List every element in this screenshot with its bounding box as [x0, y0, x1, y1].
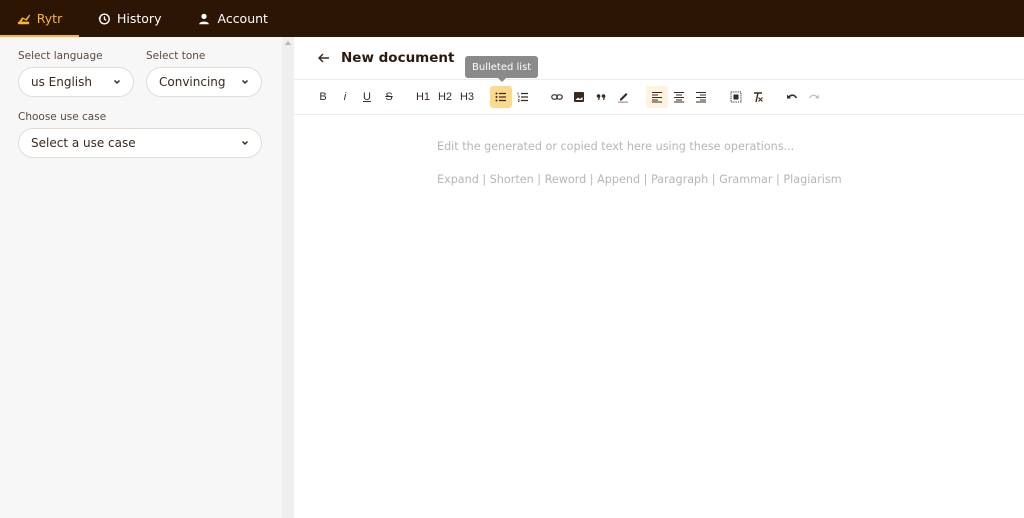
history-icon [98, 12, 110, 25]
redo-button[interactable] [803, 86, 825, 108]
tone-label: Select tone [146, 50, 206, 62]
tone-value: Convincing [159, 75, 226, 89]
nav-label: History [117, 11, 162, 26]
align-right-icon [696, 91, 706, 103]
chevron-down-icon [241, 140, 249, 146]
clear-format-button[interactable] [747, 86, 769, 108]
clear-format-icon [754, 92, 763, 103]
document-title: New document [341, 50, 455, 66]
language-select[interactable]: us English [18, 67, 134, 97]
heading2-button[interactable]: H2 [434, 86, 456, 108]
bold-icon: B [319, 91, 327, 103]
highlight-button[interactable] [612, 86, 634, 108]
bulleted-list-icon [495, 92, 506, 102]
nav-item-history[interactable]: History [79, 0, 179, 37]
select-all-icon [730, 91, 742, 103]
use-case-value: Select a use case [31, 136, 136, 150]
rytr-logo-icon [17, 14, 30, 24]
heading2-icon: H2 [437, 91, 453, 103]
numbered-list-button[interactable] [512, 86, 534, 108]
use-case-select[interactable]: Select a use case [18, 128, 262, 158]
undo-icon [787, 94, 798, 99]
image-icon [574, 92, 584, 102]
align-center-icon [674, 91, 684, 103]
redo-icon [808, 94, 819, 99]
quote-button[interactable] [590, 86, 612, 108]
align-left-icon [652, 91, 662, 103]
language-value: us English [31, 75, 93, 89]
editor-panel: New document B i U S H1 H2 H3 Bulleted l… [294, 37, 1024, 518]
language-label: Select language [18, 50, 103, 62]
select-all-button[interactable] [725, 86, 747, 108]
align-left-button[interactable] [646, 86, 668, 108]
quote-icon [596, 94, 606, 101]
pen-highlight-icon [618, 93, 628, 103]
strikethrough-button[interactable]: S [378, 86, 400, 108]
heading3-icon: H3 [459, 91, 475, 103]
underline-button[interactable]: U [356, 86, 378, 108]
tooltip-bulleted-list: Bulleted list [465, 56, 539, 82]
underline-icon: U [363, 91, 371, 103]
tone-select[interactable]: Convincing [146, 67, 262, 97]
align-center-button[interactable] [668, 86, 690, 108]
arrow-left-icon[interactable] [317, 51, 331, 65]
heading3-button[interactable]: H3 [456, 86, 478, 108]
nav-label: Account [217, 11, 268, 26]
heading1-button[interactable]: H1 [412, 86, 434, 108]
top-nav-bar: Rytr History Account [0, 0, 1024, 37]
image-button[interactable] [568, 86, 590, 108]
nav-item-rytr[interactable]: Rytr [0, 0, 79, 37]
editor-toolbar: B i U S H1 H2 H3 [294, 80, 1024, 115]
nav-item-account[interactable]: Account [179, 0, 285, 37]
chevron-down-icon [113, 79, 121, 85]
use-case-label: Choose use case [18, 111, 107, 123]
bulleted-list-button[interactable] [490, 86, 512, 108]
editor-placeholder-line1[interactable]: Edit the generated or copied text here u… [437, 140, 794, 153]
scroll-up-arrow-icon[interactable] [285, 41, 291, 45]
user-icon [199, 13, 210, 24]
strikethrough-icon: S [385, 91, 393, 103]
chevron-down-icon [241, 79, 249, 85]
undo-button[interactable] [781, 86, 803, 108]
align-right-button[interactable] [690, 86, 712, 108]
numbered-list-icon [517, 92, 528, 102]
bold-button[interactable]: B [312, 86, 334, 108]
sidebar: Select language us English Select tone C… [0, 37, 282, 518]
sidebar-scrollbar[interactable] [282, 37, 294, 518]
link-button[interactable] [546, 86, 568, 108]
editor-placeholder-line2: Expand | Shorten | Reword | Append | Par… [437, 173, 842, 186]
link-icon [551, 94, 563, 100]
document-header: New document [294, 37, 1024, 80]
italic-icon: i [343, 91, 347, 103]
nav-label: Rytr [36, 11, 63, 26]
italic-button[interactable]: i [334, 86, 356, 108]
heading1-icon: H1 [415, 91, 431, 103]
